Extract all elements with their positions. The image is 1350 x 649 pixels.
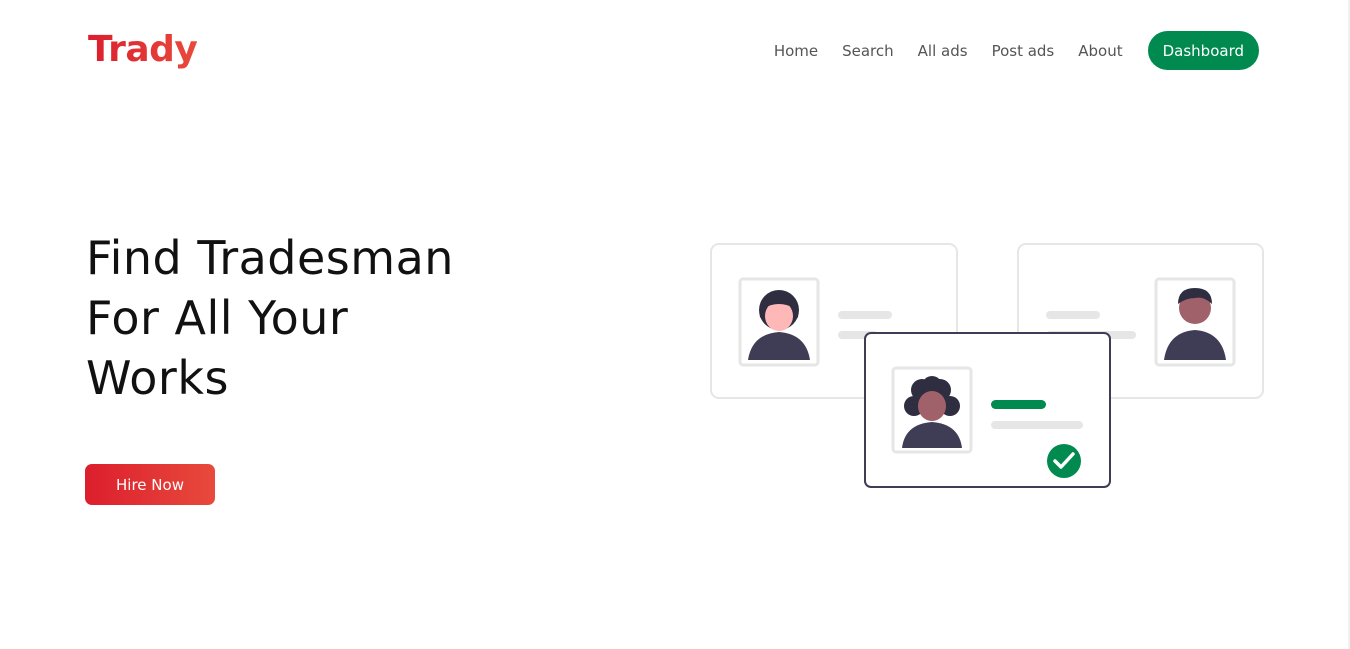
landing-page: Trady Home Search All ads Post ads About…: [0, 0, 1350, 649]
nav-link-all-ads[interactable]: All ads: [918, 42, 968, 60]
hero-title-line-3: Works: [86, 351, 229, 405]
hero-title-line-1: Find Tradesman: [86, 231, 454, 285]
hero-title: Find Tradesman For All Your Works: [86, 228, 546, 408]
nav-link-about[interactable]: About: [1078, 42, 1122, 60]
nav-link-home[interactable]: Home: [774, 42, 818, 60]
main-nav: Home Search All ads Post ads About Dashb…: [774, 31, 1259, 70]
check-circle-icon: [1047, 444, 1081, 478]
dashboard-button[interactable]: Dashboard: [1147, 31, 1259, 70]
profile-card-front: [864, 332, 1111, 488]
brand-logo[interactable]: Trady: [88, 26, 198, 74]
profile-cards-illustration: [710, 243, 1264, 488]
nav-link-post-ads[interactable]: Post ads: [992, 42, 1055, 60]
hero-title-line-2: For All Your: [86, 291, 349, 345]
nav-link-search[interactable]: Search: [842, 42, 894, 60]
hire-now-button[interactable]: Hire Now: [85, 464, 215, 505]
